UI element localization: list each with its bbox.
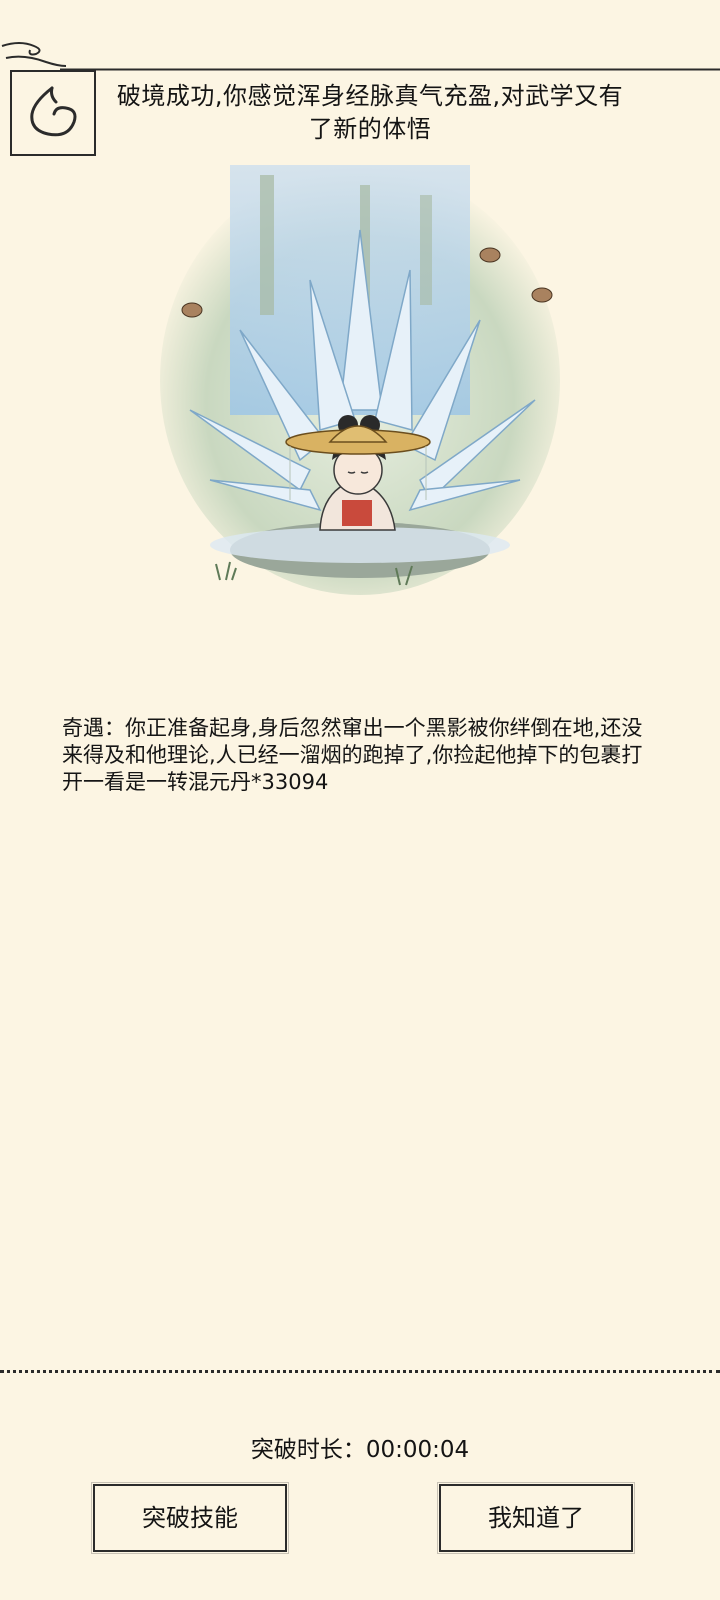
- breakthrough-duration: 突破时长：00:00:04: [0, 1430, 720, 1464]
- back-button[interactable]: [10, 70, 96, 156]
- dotted-divider: [0, 1370, 720, 1373]
- got-it-button[interactable]: 我知道了: [437, 1482, 635, 1554]
- encounter-text: 奇遇：你正准备起身,身后忽然窜出一个黑影被你绊倒在地,还没来得及和他理论,人已经…: [62, 716, 643, 794]
- duration-value: 00:00:04: [365, 1437, 470, 1463]
- back-swirl-icon: [30, 86, 77, 137]
- breakthrough-illustration: [160, 165, 560, 595]
- top-ink-line: [60, 68, 720, 71]
- breakthrough-skill-button[interactable]: 突破技能: [91, 1482, 289, 1554]
- page-title: 破境成功,你感觉浑身经脉真气充盈,对武学又有了新的体悟: [116, 82, 624, 143]
- duration-label: 突破时长：: [250, 1437, 366, 1463]
